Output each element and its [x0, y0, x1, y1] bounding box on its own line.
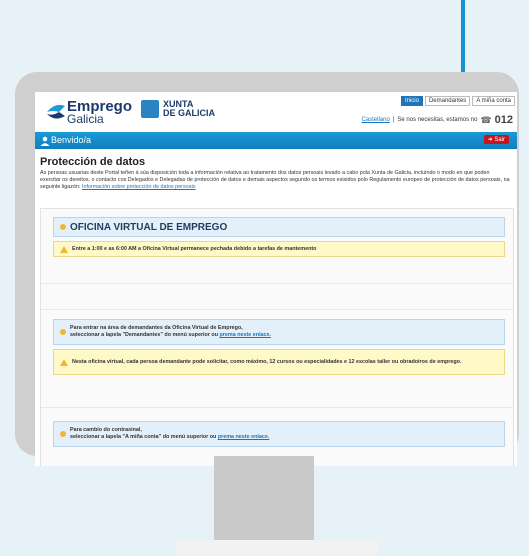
info-icon: [60, 431, 66, 437]
maintenance-warning-text: Entre a 1:00 e as 6:00 AM a Oficina Virt…: [72, 245, 317, 252]
office-title-box: OFICINA VIRTUAL DE EMPREGO: [53, 217, 505, 237]
nav-inicio[interactable]: Inicio: [400, 96, 423, 106]
password-info-line1: Para cambio do contrasinal,: [70, 427, 142, 433]
nav-a-minha-conta[interactable]: A miña conta: [472, 96, 515, 106]
monitor: Emprego Galicia XUNTA DE GALICIA Inicio …: [15, 72, 519, 466]
monitor-stand: [214, 456, 314, 540]
office-title: OFICINA VIRTUAL DE EMPREGO: [70, 221, 228, 233]
maintenance-warning: Entre a 1:00 e as 6:00 AM a Oficina Virt…: [53, 241, 505, 257]
divider: [41, 309, 513, 310]
divider: [41, 283, 513, 284]
phone-icon: ☎: [480, 114, 492, 125]
nav-demandantes[interactable]: Demandantes: [424, 96, 471, 106]
site-header: Emprego Galicia XUNTA DE GALICIA Inicio …: [35, 92, 517, 132]
warning-icon: [60, 358, 68, 366]
pointer-arrow-stem: [461, 0, 465, 80]
logo-subtitle: Galicia: [67, 112, 104, 126]
demandantes-info-line1: Para entrar na área de demandantes da Of…: [70, 325, 243, 331]
welcome-bar: Benvido/a ➜ Sair: [35, 132, 517, 149]
info-icon: [60, 224, 66, 230]
help-line: Castellano | Se nos necesitas, estamos n…: [361, 114, 513, 126]
password-info-line2: seleccionar a lapela "A miña conta" do m…: [70, 434, 217, 440]
user-icon: [40, 136, 50, 146]
data-protection-link[interactable]: Información sobre protección de datos pe…: [82, 184, 196, 190]
phone-number: 012: [494, 114, 513, 126]
main-panel: OFICINA VIRTUAL DE EMPREGO Entre a 1:00 …: [40, 208, 514, 466]
limit-warning: Nesta oficina virtual, cada persoa deman…: [53, 349, 505, 375]
xunta-emblem-icon: [141, 100, 159, 118]
language-link[interactable]: Castellano: [361, 117, 389, 123]
data-protection-section: Protección de datos As persoas usuarias …: [40, 156, 510, 191]
logout-button[interactable]: ➜ Sair: [483, 135, 509, 144]
emprego-logo-icon: [47, 104, 65, 119]
xunta-line2: DE GALICIA: [163, 108, 216, 118]
limit-warning-text: Nesta oficina virtual, cada persoa deman…: [72, 358, 462, 365]
info-icon: [60, 329, 66, 335]
help-text: Se nos necesitas, estamos no: [397, 117, 478, 123]
account-link[interactable]: prema neste enlace.: [218, 434, 270, 440]
top-nav: Inicio Demandantes A miña conta: [400, 96, 515, 106]
password-info: Para cambio do contrasinal, seleccionar …: [53, 421, 505, 447]
logout-icon: ➜: [487, 137, 493, 143]
warning-icon: [60, 245, 68, 253]
demandantes-info: Para entrar na área de demandantes da Of…: [53, 319, 505, 345]
logout-label: Sair: [494, 137, 505, 143]
demandantes-info-line2: seleccionar a lapela "Demandantes" do me…: [70, 332, 219, 338]
welcome-text: Benvido/a: [51, 135, 92, 145]
monitor-base: [176, 540, 378, 556]
data-protection-title: Protección de datos: [40, 156, 146, 168]
screen: Emprego Galicia XUNTA DE GALICIA Inicio …: [35, 92, 517, 466]
demandantes-link[interactable]: prema neste enlace.: [220, 332, 272, 338]
divider: [41, 407, 513, 408]
